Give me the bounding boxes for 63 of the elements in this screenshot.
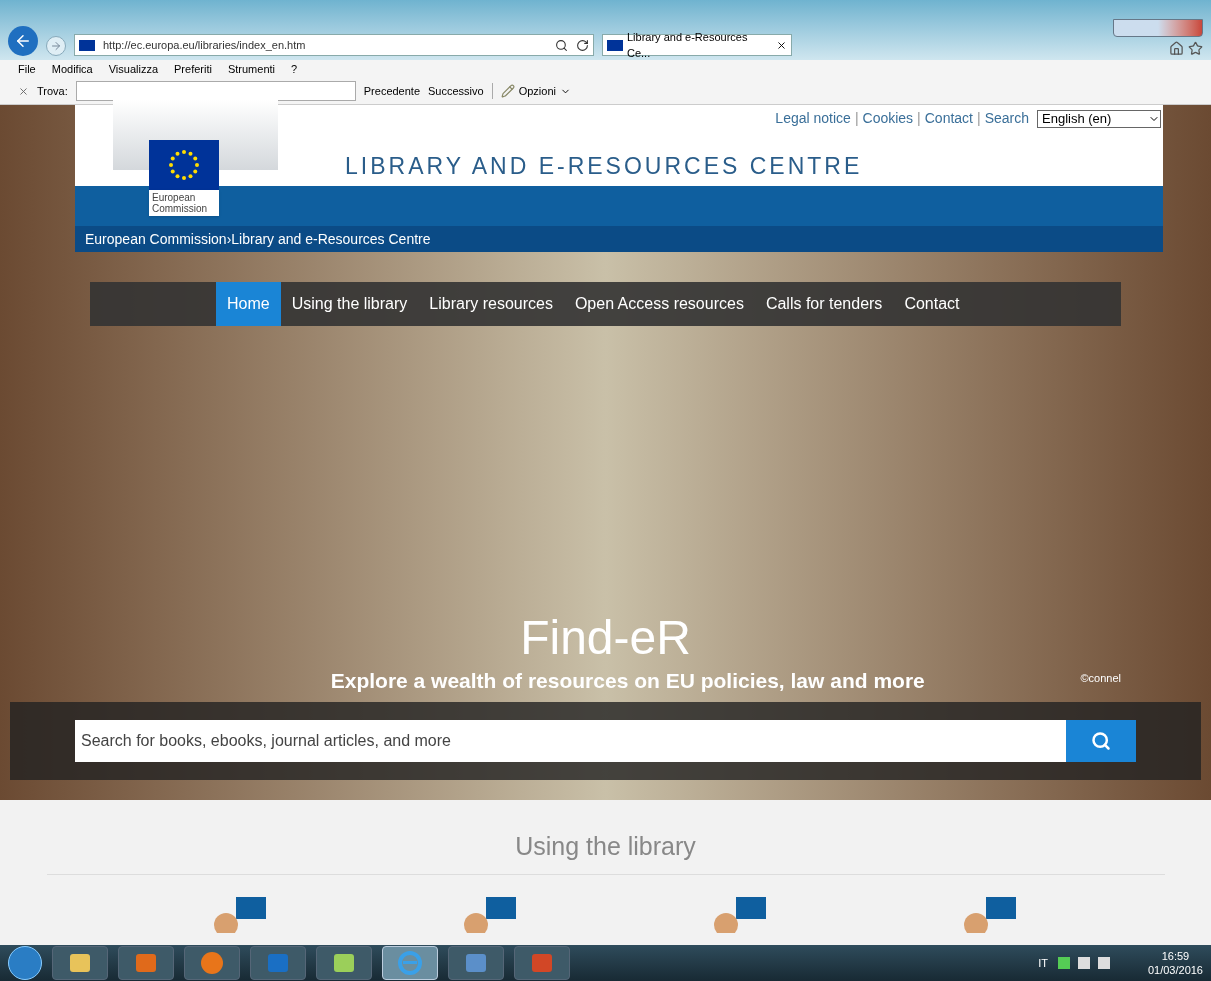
utility-link[interactable]: Contact (924, 108, 973, 129)
site-title: LIBRARY AND E-RESOURCES CENTRE (345, 151, 863, 181)
taskbar-app[interactable] (448, 946, 504, 980)
breadcrumb-link[interactable]: Library and e-Resources Centre (231, 228, 431, 250)
find-field[interactable] (75, 81, 356, 101)
search-field[interactable]: Search for books, ebooks, journal articles, and more (75, 720, 1066, 762)
link-separator: | (917, 109, 921, 128)
hero-subtitle: Explore a wealth of resources on EU policies, law and more (329, 667, 926, 694)
menu-item[interactable]: Modifica (51, 60, 93, 78)
pencil-icon (500, 84, 515, 98)
photo-credit: ©connel (1080, 670, 1121, 686)
browser-e-icon (397, 950, 423, 976)
search-icon (1091, 731, 1111, 751)
taskbar-app[interactable] (118, 946, 174, 980)
breadcrumb-link[interactable]: European Commission (85, 228, 227, 250)
nav-tab[interactable]: Open Access resources (563, 282, 755, 326)
address-text: http://ec.europa.eu/libraries/index_en.htm (103, 37, 307, 53)
clock-date[interactable]: 01/03/2016 (1147, 963, 1203, 977)
nav-tab[interactable]: Library resources (418, 282, 564, 326)
taskbar-app[interactable] (184, 946, 240, 980)
section-heading: Using the library (515, 831, 696, 862)
search-icon[interactable] (555, 38, 568, 52)
clock-time[interactable]: 16:59 (1161, 949, 1190, 963)
taskbar-app[interactable] (316, 946, 372, 980)
back-button[interactable] (8, 26, 38, 56)
flag-icon (79, 39, 95, 51)
hero-title: Find-eR (519, 610, 692, 665)
utility-link[interactable]: Cookies (862, 108, 914, 129)
menu-item[interactable]: Preferiti (174, 60, 212, 78)
nav-tab[interactable]: Calls for tenders (754, 282, 894, 326)
close-icon[interactable] (776, 39, 787, 51)
start-button[interactable] (8, 946, 42, 980)
nav-tab[interactable]: Using the library (280, 282, 419, 326)
menu-item[interactable]: File (18, 60, 36, 78)
nav-tab[interactable]: Contact (893, 282, 971, 326)
refresh-icon[interactable] (576, 38, 589, 52)
flag-icon (607, 39, 623, 51)
forward-button[interactable] (46, 36, 66, 56)
next-button[interactable]: Successivo (428, 82, 484, 100)
link-separator: | (977, 109, 981, 128)
menu-item[interactable]: Visualizza (108, 60, 159, 78)
browser-tab[interactable]: Library and e-Resources Ce... (602, 34, 792, 56)
logo-text: European Commission (149, 190, 219, 216)
star-icon[interactable] (1188, 41, 1203, 56)
nav-tab[interactable]: Home (216, 282, 281, 326)
home-icon[interactable] (1169, 41, 1184, 56)
search-button[interactable] (1066, 720, 1136, 762)
utility-link[interactable]: Search (984, 108, 1029, 129)
language-indicator[interactable]: IT (1038, 954, 1048, 972)
utility-link[interactable]: Legal notice (775, 108, 851, 129)
forward-arrow-icon (50, 40, 62, 52)
previous-button[interactable]: Precedente (363, 82, 421, 100)
address-bar[interactable]: http://ec.europa.eu/libraries/index_en.htm (74, 34, 594, 56)
options-button[interactable]: Opzioni (491, 82, 571, 100)
taskbar-app[interactable] (52, 946, 108, 980)
breadcrumb-separator: › (226, 229, 232, 249)
window-controls[interactable] (1113, 19, 1203, 37)
stars-icon (166, 147, 202, 183)
menu-item[interactable]: ? (291, 60, 298, 78)
link-separator: | (854, 109, 859, 128)
language-select[interactable]: English (en) (1037, 109, 1161, 128)
menu-item[interactable]: Strumenti (227, 60, 275, 78)
find-label: Trova: (37, 83, 68, 99)
